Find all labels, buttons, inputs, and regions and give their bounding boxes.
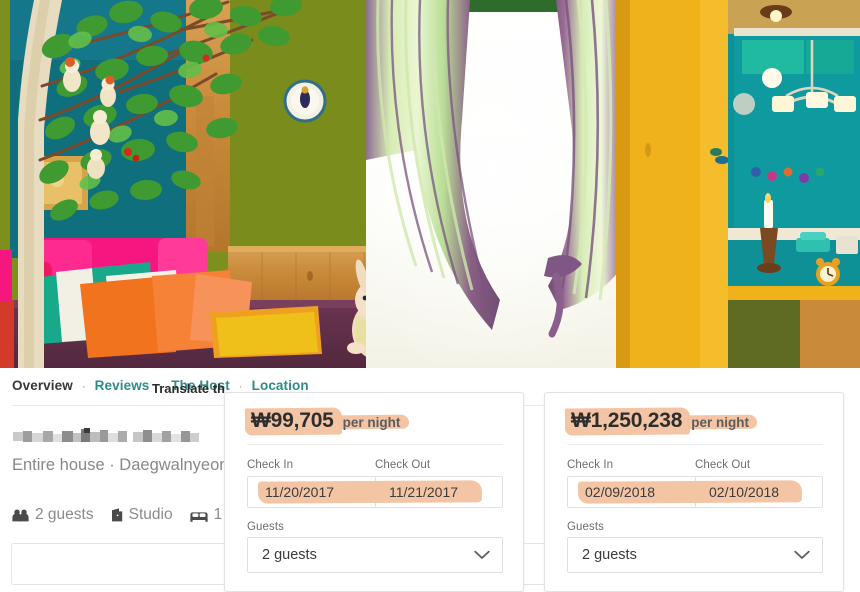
card-divider bbox=[247, 444, 503, 445]
price-highlight: ₩1,250,238 bbox=[567, 407, 687, 436]
checkin-input[interactable]: 11/20/2017 bbox=[265, 484, 334, 500]
price-highlight: ₩99,705 bbox=[247, 407, 339, 436]
checkin-label: Check In bbox=[567, 459, 614, 471]
checkout-input[interactable]: 02/10/2018 bbox=[709, 484, 779, 500]
nav-separator: · bbox=[81, 379, 86, 393]
booking-card: ₩1,250,238 per night Check In Check Out … bbox=[544, 392, 844, 592]
guests-label: Guests bbox=[567, 521, 605, 533]
pixelated-title-blocks bbox=[13, 428, 199, 442]
checkout-input[interactable]: 11/21/2017 bbox=[389, 484, 458, 500]
listing-photo[interactable] bbox=[0, 0, 860, 368]
guests-value: 2 guests bbox=[262, 547, 317, 563]
nav-item-reviews[interactable]: Reviews bbox=[95, 378, 150, 393]
chevron-down-icon bbox=[474, 550, 490, 560]
card-divider bbox=[567, 444, 823, 445]
fact-room: Studio bbox=[111, 506, 173, 524]
fact-room-label: Studio bbox=[128, 506, 173, 523]
listing-photo-image bbox=[0, 0, 860, 368]
nav-item-location[interactable]: Location bbox=[252, 378, 309, 393]
checkin-label: Check In bbox=[247, 459, 294, 471]
guests-select[interactable]: 2 guests bbox=[247, 537, 503, 573]
guests-select[interactable]: 2 guests bbox=[567, 537, 823, 573]
nav-separator: · bbox=[238, 379, 243, 393]
price-unit: per night bbox=[691, 415, 749, 430]
booking-card: ₩99,705 per night Check In Check Out 11/… bbox=[224, 392, 524, 592]
date-range-field[interactable]: 02/09/2018 02/10/2018 bbox=[567, 476, 823, 508]
chevron-down-icon bbox=[794, 550, 810, 560]
listing-title-redacted bbox=[13, 428, 199, 447]
nav-item-overview[interactable]: Overview bbox=[12, 378, 73, 393]
price-unit: per night bbox=[342, 415, 401, 430]
bed-icon bbox=[189, 509, 208, 522]
guests-icon bbox=[12, 509, 29, 522]
checkout-label: Check Out bbox=[375, 459, 431, 471]
guests-value: 2 guests bbox=[582, 547, 637, 563]
room-icon bbox=[111, 508, 123, 522]
checkout-label: Check Out bbox=[695, 459, 751, 471]
fact-guests-label: 2 guests bbox=[35, 506, 94, 523]
checkin-input[interactable]: 02/09/2018 bbox=[585, 484, 655, 500]
price-row: ₩1,250,238 per night bbox=[567, 407, 749, 436]
price-amount: ₩99,705 bbox=[251, 409, 334, 432]
date-range-field[interactable]: 11/20/2017 11/21/2017 bbox=[247, 476, 503, 508]
guests-label: Guests bbox=[247, 521, 285, 533]
price-row: ₩99,705 per night bbox=[247, 407, 400, 436]
price-amount: ₩1,250,238 bbox=[571, 409, 683, 432]
fact-guests: 2 guests bbox=[12, 506, 94, 524]
translate-button[interactable]: Translate th bbox=[152, 381, 225, 396]
